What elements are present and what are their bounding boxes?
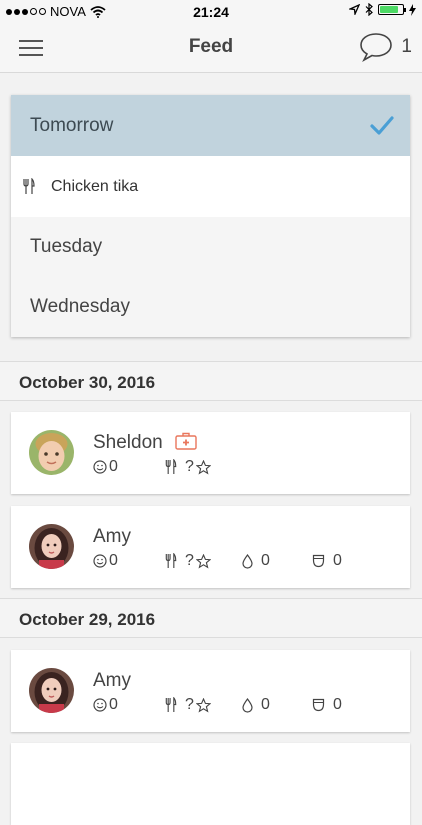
fork-knife-icon	[165, 459, 177, 475]
battery-icon	[378, 4, 406, 15]
option-wednesday[interactable]: Wednesday	[11, 277, 410, 337]
diaper-stat: 0	[312, 696, 342, 714]
drop-icon	[242, 553, 253, 569]
option-tuesday[interactable]: Tuesday	[11, 217, 410, 277]
mood-stat: 0	[93, 696, 165, 714]
menu-icon[interactable]	[19, 40, 43, 56]
chat-bubble-icon[interactable]	[359, 32, 393, 62]
option-label: Tuesday	[30, 236, 103, 257]
location-arrow-icon	[349, 4, 360, 15]
activity-stats: 0 ?	[93, 458, 211, 476]
meal-stat: ?	[165, 552, 242, 570]
avatar	[29, 430, 74, 475]
diaper-icon	[312, 698, 325, 712]
option-label: Wednesday	[30, 296, 130, 317]
date-header: October 30, 2016	[0, 361, 422, 401]
feed-card-partial[interactable]	[11, 743, 410, 825]
messages-button[interactable]: 1	[359, 32, 412, 62]
feed-card-amy[interactable]: Amy 0 ? 0 0	[11, 650, 410, 732]
day-dropdown: Tomorrow Chicken tika Tuesday Wednesday	[11, 95, 410, 337]
option-label: Tomorrow	[30, 114, 114, 136]
mood-stat: 0	[93, 552, 165, 570]
status-icons	[349, 3, 416, 16]
diaper-icon	[312, 554, 325, 568]
chat-count: 1	[401, 36, 412, 57]
star-icon	[195, 697, 211, 712]
meal-item[interactable]: Chicken tika	[11, 156, 410, 217]
avatar	[29, 524, 74, 569]
meal-stat: ?	[165, 458, 211, 476]
charging-bolt-icon	[409, 3, 416, 16]
water-stat: 0	[242, 696, 312, 714]
navigation-bar: Feed 1	[0, 22, 422, 73]
diaper-stat: 0	[312, 552, 342, 570]
fork-knife-icon	[23, 178, 35, 194]
fork-knife-icon	[165, 553, 177, 569]
water-stat: 0	[242, 552, 312, 570]
meal-stat: ?	[165, 696, 242, 714]
feed-card-amy[interactable]: Amy 0 ? 0 0	[11, 506, 410, 588]
status-bar: NOVA 21:24	[0, 0, 422, 22]
mood-stat: 0	[93, 458, 165, 476]
date-header: October 29, 2016	[0, 598, 422, 638]
option-tomorrow[interactable]: Tomorrow	[11, 95, 410, 156]
child-name: Sheldon	[93, 432, 163, 453]
feed-card-sheldon[interactable]: Sheldon 0 ?	[11, 412, 410, 494]
avatar	[29, 668, 74, 713]
smiley-icon	[93, 698, 107, 712]
meal-name: Chicken tika	[51, 177, 139, 195]
child-name: Amy	[93, 526, 131, 547]
child-name: Amy	[93, 670, 131, 691]
fork-knife-icon	[165, 697, 177, 713]
checkmark-icon	[370, 115, 394, 135]
activity-stats: 0 ? 0 0	[93, 696, 342, 714]
bluetooth-icon	[365, 3, 373, 16]
smiley-icon	[93, 554, 107, 568]
medical-kit-icon[interactable]	[175, 432, 197, 450]
activity-stats: 0 ? 0 0	[93, 552, 342, 570]
star-icon	[195, 459, 211, 474]
smiley-icon	[93, 460, 107, 474]
drop-icon	[242, 697, 253, 713]
star-icon	[195, 553, 211, 568]
